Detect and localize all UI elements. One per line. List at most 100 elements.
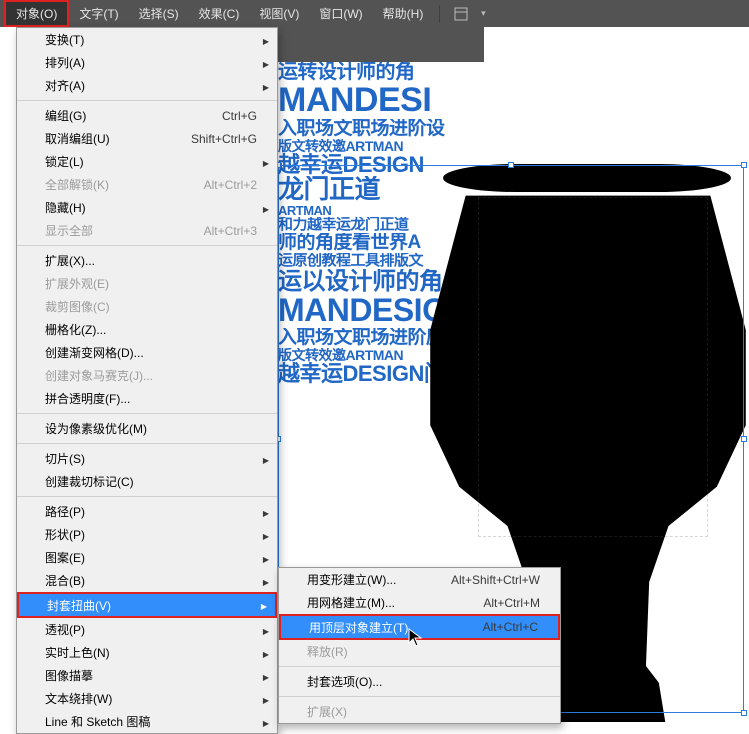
object-menu-item-16: 创建对象马赛克(J)... bbox=[17, 364, 277, 387]
object-menu-item-24[interactable]: 路径(P) bbox=[17, 500, 277, 523]
object-menu[interactable]: 变换(T) 排列(A) 对齐(A) 编组(G) Ctrl+G 取消编组(U)Shift+C… bbox=[16, 27, 278, 734]
workspace-icons: ▾ bbox=[452, 5, 492, 23]
envelope-submenu-separator bbox=[279, 666, 560, 667]
object-menu-item-17[interactable]: 拼合透明度(F)... bbox=[17, 387, 277, 410]
submenu-arrow-icon bbox=[263, 505, 269, 519]
sel-handle-n[interactable] bbox=[508, 162, 514, 168]
object-menu-item-12: 扩展外观(E) bbox=[17, 272, 277, 295]
menu-item-label: 对齐(A) bbox=[45, 77, 85, 94]
menu-item-label: 文本绕排(W) bbox=[45, 690, 112, 707]
menu-item-label: 裁剪图像(C) bbox=[45, 298, 110, 315]
submenu-arrow-icon bbox=[263, 79, 269, 93]
object-menu-item-1[interactable]: 排列(A) bbox=[17, 51, 277, 74]
menu-effect[interactable]: 效果(C) bbox=[189, 0, 250, 27]
menu-item-label: 混合(B) bbox=[45, 572, 85, 589]
menu-item-shortcut: Alt+Ctrl+2 bbox=[204, 178, 257, 192]
menubar-separator bbox=[439, 5, 440, 23]
menu-item-label: 锁定(L) bbox=[45, 153, 84, 170]
submenu-arrow-icon bbox=[263, 528, 269, 542]
menu-help[interactable]: 帮助(H) bbox=[373, 0, 434, 27]
object-menu-item-5[interactable]: 取消编组(U)Shift+Ctrl+G bbox=[17, 127, 277, 150]
menu-item-label: 扩展外观(E) bbox=[45, 275, 109, 292]
menu-window[interactable]: 窗口(W) bbox=[309, 0, 372, 27]
sel-handle-e[interactable] bbox=[741, 436, 747, 442]
menu-item-label: 透视(P) bbox=[45, 621, 85, 638]
vase-guide bbox=[478, 197, 708, 537]
object-menu-item-9: 显示全部 Alt+Ctrl+3 bbox=[17, 219, 277, 242]
object-menu-separator bbox=[17, 443, 277, 444]
menu-item-label: 实时上色(N) bbox=[45, 644, 110, 661]
menu-item-label: 扩展(X) bbox=[307, 703, 347, 720]
object-menu-separator bbox=[17, 100, 277, 101]
object-menu-item-11[interactable]: 扩展(X)... bbox=[17, 249, 277, 272]
object-menu-item-30[interactable]: 实时上色(N) bbox=[17, 641, 277, 664]
menu-item-label: 创建裁切标记(C) bbox=[45, 473, 134, 490]
object-menu-item-25[interactable]: 形状(P) bbox=[17, 523, 277, 546]
object-menu-item-32[interactable]: 文本绕排(W) bbox=[17, 687, 277, 710]
menu-item-label: 排列(A) bbox=[45, 54, 85, 71]
submenu-arrow-icon bbox=[263, 201, 269, 215]
object-menu-item-27[interactable]: 混合(B) bbox=[17, 569, 277, 592]
menu-item-label: 全部解锁(K) bbox=[45, 176, 109, 193]
object-menu-item-7: 全部解锁(K) Alt+Ctrl+2 bbox=[17, 173, 277, 196]
menu-item-label: 栅格化(Z)... bbox=[45, 321, 106, 338]
submenu-arrow-icon bbox=[263, 155, 269, 169]
object-menu-item-31[interactable]: 图像描摹 bbox=[17, 664, 277, 687]
menu-item-label: 切片(S) bbox=[45, 450, 85, 467]
menu-item-label: 显示全部 bbox=[45, 222, 93, 239]
object-menu-item-19[interactable]: 设为像素级优化(M) bbox=[17, 417, 277, 440]
object-menu-item-13: 裁剪图像(C) bbox=[17, 295, 277, 318]
submenu-arrow-icon bbox=[263, 646, 269, 660]
object-menu-item-29[interactable]: 透视(P) bbox=[17, 618, 277, 641]
envelope-submenu-separator bbox=[279, 696, 560, 697]
menu-item-label: 拼合透明度(F)... bbox=[45, 390, 130, 407]
menu-item-label: Line 和 Sketch 图稿 bbox=[45, 713, 150, 730]
menu-item-label: 形状(P) bbox=[45, 526, 85, 543]
object-menu-item-14[interactable]: 栅格化(Z)... bbox=[17, 318, 277, 341]
object-menu-item-21[interactable]: 切片(S) bbox=[17, 447, 277, 470]
menu-item-label: 创建渐变网格(D)... bbox=[45, 344, 144, 361]
menu-item-label: 扩展(X)... bbox=[45, 252, 95, 269]
menu-item-label: 图案(E) bbox=[45, 549, 85, 566]
menu-item-label: 用顶层对象建立(T) bbox=[309, 619, 408, 636]
object-menu-item-33[interactable]: Line 和 Sketch 图稿 bbox=[17, 710, 277, 733]
menu-item-shortcut: Ctrl+G bbox=[222, 109, 257, 123]
object-menu-item-15[interactable]: 创建渐变网格(D)... bbox=[17, 341, 277, 364]
arrange-icon[interactable]: ▾ bbox=[474, 5, 492, 23]
menu-item-label: 用网格建立(M)... bbox=[307, 594, 395, 611]
menu-type[interactable]: 文字(T) bbox=[69, 0, 128, 27]
submenu-arrow-icon bbox=[263, 692, 269, 706]
sel-handle-ne[interactable] bbox=[741, 162, 747, 168]
menu-item-label: 设为像素级优化(M) bbox=[45, 420, 147, 437]
object-menu-item-6[interactable]: 锁定(L) bbox=[17, 150, 277, 173]
object-menu-separator bbox=[17, 496, 277, 497]
main-menubar: 对象(O) 文字(T) 选择(S) 效果(C) 视图(V) 窗口(W) 帮助(H… bbox=[0, 0, 749, 27]
envelope-submenu-item-1[interactable]: 用网格建立(M)...Alt+Ctrl+M bbox=[279, 591, 560, 614]
menu-item-shortcut: Alt+Ctrl+3 bbox=[204, 224, 257, 238]
menu-item-label: 图像描摹 bbox=[45, 667, 93, 684]
menu-view[interactable]: 视图(V) bbox=[249, 0, 309, 27]
menu-object[interactable]: 对象(O) bbox=[4, 0, 69, 27]
object-menu-separator bbox=[17, 245, 277, 246]
object-menu-item-26[interactable]: 图案(E) bbox=[17, 546, 277, 569]
submenu-arrow-icon bbox=[263, 452, 269, 466]
menu-item-label: 变换(T) bbox=[45, 31, 84, 48]
menu-item-label: 编组(G) bbox=[45, 107, 86, 124]
object-menu-item-22[interactable]: 创建裁切标记(C) bbox=[17, 470, 277, 493]
panel-dark bbox=[278, 27, 484, 62]
object-menu-item-2[interactable]: 对齐(A) bbox=[17, 74, 277, 97]
submenu-arrow-icon bbox=[263, 669, 269, 683]
envelope-submenu-item-5[interactable]: 封套选项(O)... bbox=[279, 670, 560, 693]
object-menu-item-28[interactable]: 封套扭曲(V) bbox=[17, 592, 277, 618]
submenu-arrow-icon bbox=[263, 33, 269, 47]
workspace-icon[interactable] bbox=[452, 5, 470, 23]
object-menu-item-0[interactable]: 变换(T) bbox=[17, 28, 277, 51]
envelope-submenu-item-0[interactable]: 用变形建立(W)...Alt+Shift+Ctrl+W bbox=[279, 568, 560, 591]
sel-handle-se[interactable] bbox=[741, 710, 747, 716]
submenu-arrow-icon bbox=[261, 598, 267, 612]
object-menu-item-4[interactable]: 编组(G) Ctrl+G bbox=[17, 104, 277, 127]
object-menu-item-8[interactable]: 隐藏(H) bbox=[17, 196, 277, 219]
menu-select[interactable]: 选择(S) bbox=[129, 0, 189, 27]
menu-item-label: 释放(R) bbox=[307, 643, 348, 660]
menu-item-label: 路径(P) bbox=[45, 503, 85, 520]
